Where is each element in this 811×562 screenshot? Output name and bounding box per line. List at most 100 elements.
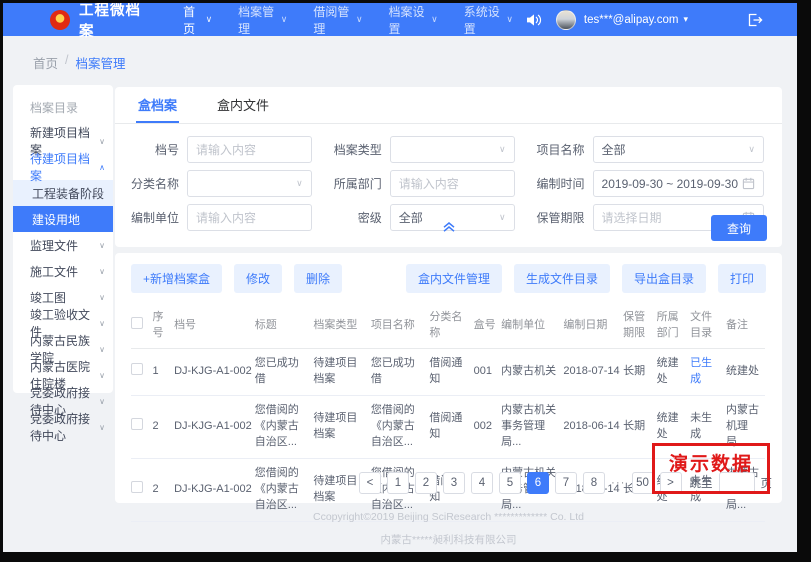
chevron-down-icon: ∨ — [281, 14, 288, 25]
nav-item-archive-settings[interactable]: 档案设置∨ — [376, 3, 451, 37]
user-menu-caret-icon[interactable]: ▾ — [683, 14, 688, 25]
app-page: ★ 工程微档案 首页∨ 档案管理∨ 借阅管理∨ 档案设置∨ 系统设置∨ tes*… — [3, 3, 797, 552]
chevron-down-icon: ∨ — [506, 14, 513, 25]
generate-catalog-button[interactable]: 生成文件目录 — [514, 264, 610, 293]
tab-box-archive[interactable]: 盒档案 — [136, 87, 179, 123]
chevron-down-icon: ∨ — [99, 137, 105, 146]
chevron-down-icon: ∨ — [748, 144, 755, 155]
sidebar-item-construction-files[interactable]: 施工文件∨ — [13, 258, 113, 284]
nav-item-system-settings[interactable]: 系统设置∨ — [451, 3, 526, 37]
chevron-down-icon: ∨ — [431, 14, 438, 25]
page-button-3[interactable]: 3 — [443, 472, 465, 494]
table-row[interactable]: 1 DJ-KJG-A1-002 您已成功借 待建项目档案 您已成功借 借阅通知 … — [131, 349, 765, 396]
query-button[interactable]: 查询 — [711, 215, 767, 241]
sidebar-item-supervision-files[interactable]: 监理文件∨ — [13, 232, 113, 258]
export-box-catalog-button[interactable]: 导出盒目录 — [622, 264, 706, 293]
col-seq: 序号 — [153, 302, 175, 349]
col-retention: 保管期限 — [623, 302, 656, 349]
speaker-icon[interactable] — [526, 13, 542, 27]
compile-time-daterange[interactable]: 2019-09-30 ~ 2019-09-30 — [593, 170, 764, 197]
chevron-down-icon: ∨ — [99, 423, 105, 432]
chevron-down-icon: ∨ — [499, 212, 506, 223]
doc-number-input[interactable] — [187, 136, 312, 163]
page-button-2[interactable]: 2 — [415, 472, 437, 494]
copyright-line: Ccopyright©2019 Beijing SciResearch ****… — [115, 511, 782, 523]
page-button-50[interactable]: 50 — [632, 472, 654, 494]
col-archive-type: 档案类型 — [313, 302, 370, 349]
collapse-search-icon[interactable] — [440, 219, 458, 239]
page-button-5[interactable]: 5 — [499, 472, 521, 494]
field-department: 所属部门 — [322, 170, 515, 197]
calendar-icon — [742, 177, 755, 190]
field-archive-type: 档案类型 ∨ — [322, 136, 515, 163]
nav-item-archive-mgmt[interactable]: 档案管理∨ — [225, 3, 300, 37]
col-remark: 备注 — [726, 302, 765, 349]
page-button-7[interactable]: 7 — [555, 472, 577, 494]
demo-data-annotation-box: 演示数据 — [652, 443, 770, 494]
department-input[interactable] — [390, 170, 515, 197]
page-button-1[interactable]: 1 — [387, 472, 409, 494]
chevron-down-icon: ∨ — [499, 144, 506, 155]
row-checkbox[interactable] — [131, 418, 143, 430]
archive-type-select[interactable]: ∨ — [390, 136, 515, 163]
field-secrecy-level: 密级 全部∨ — [322, 204, 515, 231]
user-email[interactable]: tes***@alipay.com — [584, 14, 679, 26]
chevron-down-icon: ∨ — [99, 319, 105, 328]
nav-item-home[interactable]: 首页∨ — [170, 3, 225, 37]
chevron-down-icon: ∨ — [99, 293, 105, 302]
breadcrumb-home[interactable]: 首页 — [33, 53, 58, 72]
col-box-number: 盒号 — [474, 302, 502, 349]
tab-box-files[interactable]: 盒内文件 — [215, 87, 271, 123]
window-frame: ★ 工程微档案 首页∨ 档案管理∨ 借阅管理∨ 档案设置∨ 系统设置∨ tes*… — [0, 0, 811, 562]
chevron-down-icon: ∨ — [99, 345, 105, 354]
prev-page-button[interactable]: < — [359, 472, 381, 494]
row-checkbox[interactable] — [131, 363, 143, 375]
company-line: 内蒙古*****昶利科技有限公司 — [115, 532, 782, 547]
chevron-down-icon: ∨ — [296, 178, 303, 189]
top-header-bar: ★ 工程微档案 首页∨ 档案管理∨ 借阅管理∨ 档案设置∨ 系统设置∨ tes*… — [3, 3, 797, 36]
app-title: 工程微档案 — [79, 3, 148, 41]
col-compile-date: 编制日期 — [563, 302, 623, 349]
page-button-6-active[interactable]: 6 — [527, 472, 549, 494]
box-file-manage-button[interactable]: 盒内文件管理 — [406, 264, 502, 293]
field-compile-time: 编制时间 2019-09-30 ~ 2019-09-30 — [525, 170, 764, 197]
logout-icon[interactable] — [746, 12, 763, 28]
select-all-checkbox[interactable] — [131, 317, 143, 329]
col-compile-unit: 编制单位 — [501, 302, 563, 349]
project-name-select[interactable]: 全部∨ — [593, 136, 764, 163]
sidebar-item-construction-land[interactable]: 建设用地 — [13, 206, 113, 232]
sidebar-title: 档案目录 — [13, 99, 113, 116]
catalog-generated-link[interactable]: 已生成 — [690, 349, 726, 396]
compile-unit-input[interactable] — [187, 204, 312, 231]
edit-button[interactable]: 修改 — [234, 264, 282, 293]
chevron-down-icon: ∨ — [206, 14, 213, 25]
add-archive-box-button[interactable]: +新增档案盒 — [131, 264, 222, 293]
delete-button[interactable]: 删除 — [294, 264, 342, 293]
field-project-name: 项目名称 全部∨ — [525, 136, 764, 163]
category-name-select[interactable]: ∨ — [187, 170, 312, 197]
sidebar-archive-tree: 档案目录 新建项目档案∨ 待建项目档案∧ 工程装备阶段 建设用地 监理文件∨ 施… — [13, 85, 113, 393]
demo-data-annotation-text: 演示数据 — [655, 449, 767, 476]
nav-item-borrow-mgmt[interactable]: 借阅管理∨ — [300, 3, 375, 37]
sidebar-item-reception-center-2[interactable]: 党委政府接待中心∨ — [13, 414, 113, 440]
main-nav: 首页∨ 档案管理∨ 借阅管理∨ 档案设置∨ 系统设置∨ — [170, 3, 526, 37]
col-title: 标题 — [255, 302, 314, 349]
chevron-down-icon: ∨ — [356, 14, 363, 25]
chevron-down-icon: ∨ — [99, 397, 105, 406]
toolbar-right-group: 盒内文件管理 生成文件目录 导出盒目录 打印 — [406, 264, 766, 293]
table-header-row: 序号 档号 标题 档案类型 项目名称 分类名称 盒号 编制单位 编制日期 保管期… — [131, 302, 765, 349]
chevron-up-icon: ∧ — [99, 163, 105, 172]
chevron-down-icon: ∨ — [99, 267, 105, 276]
page-button-8[interactable]: 8 — [583, 472, 605, 494]
sidebar-item-equipment-stage[interactable]: 工程装备阶段 — [13, 180, 113, 206]
user-avatar[interactable] — [556, 10, 576, 30]
print-button[interactable]: 打印 — [718, 264, 766, 293]
page-button-4[interactable]: 4 — [471, 472, 493, 494]
archive-tabs: 盒档案 盒内文件 — [115, 87, 782, 124]
col-project-name: 项目名称 — [371, 302, 430, 349]
sidebar-item-pending-project[interactable]: 待建项目档案∧ — [13, 154, 113, 180]
breadcrumb-separator: / — [65, 53, 68, 72]
field-doc-number: 档号 — [119, 136, 312, 163]
chevron-down-icon: ∨ — [99, 371, 105, 380]
row-checkbox[interactable] — [131, 481, 143, 493]
